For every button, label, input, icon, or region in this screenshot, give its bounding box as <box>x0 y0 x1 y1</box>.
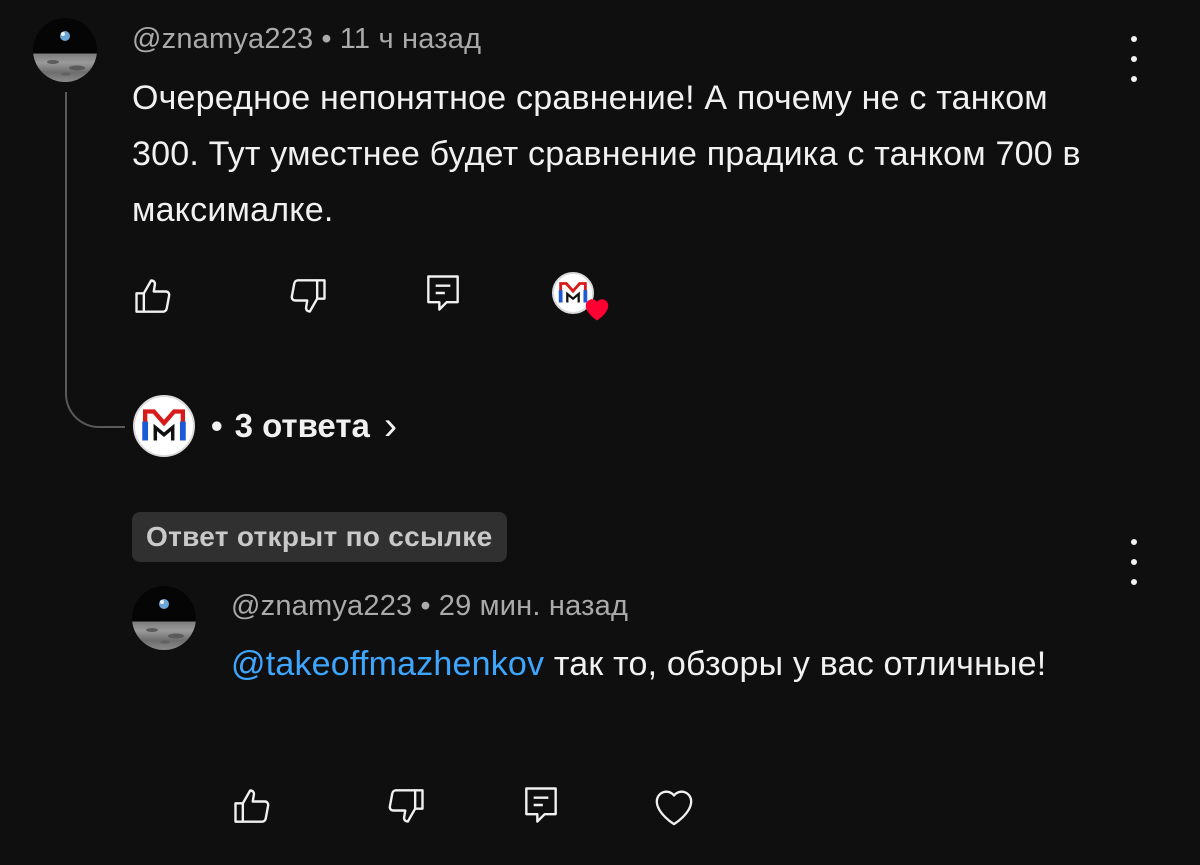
reply-reply-button[interactable] <box>516 780 566 830</box>
menu-dot <box>1131 36 1137 42</box>
reply-author-handle[interactable]: @znamya223 <box>231 590 412 622</box>
menu-dot <box>1131 539 1137 545</box>
reply-body: так то, обзоры у вас отличные! <box>544 645 1047 683</box>
comment-meta: @znamya223 • 11 ч назад <box>132 23 481 56</box>
heart-icon <box>655 790 693 826</box>
reply-text: @takeoffmazhenkov так то, обзоры у вас о… <box>231 636 1071 692</box>
meta-separator: • <box>321 23 332 55</box>
replies-bullet: • <box>211 407 223 444</box>
creator-reply-avatar <box>133 395 195 457</box>
reply-heart-button[interactable] <box>648 780 700 832</box>
reply-author-avatar[interactable] <box>132 586 196 650</box>
menu-dot <box>1131 56 1137 62</box>
thumbs-up-icon <box>234 789 270 823</box>
author-avatar[interactable] <box>33 18 97 82</box>
dislike-button[interactable] <box>283 270 333 320</box>
reply-time[interactable]: 29 мин. назад <box>439 590 628 622</box>
replies-count-label[interactable]: 3 ответа <box>235 407 370 445</box>
reply-like-button[interactable] <box>227 782 277 832</box>
thumbs-down-icon <box>388 789 424 823</box>
meta-separator: • <box>420 590 431 622</box>
reply-icon <box>427 275 459 311</box>
creator-heart <box>552 272 612 324</box>
comment-text: Очередное непонятное сравнение! А почему… <box>132 79 1081 229</box>
comment-menu-button[interactable] <box>1119 36 1149 82</box>
reply-dislike-button[interactable] <box>381 780 431 830</box>
menu-dot <box>1131 76 1137 82</box>
reply-meta: @znamya223 • 29 мин. назад <box>231 590 628 623</box>
thumbs-down-icon <box>290 279 326 313</box>
view-replies-button[interactable]: • 3 ответа › <box>133 393 397 459</box>
comment-time[interactable]: 11 ч назад <box>340 23 482 55</box>
reply-button[interactable] <box>418 268 468 318</box>
linked-comment-badge: Ответ открыт по ссылке <box>132 512 507 562</box>
reply-menu-button[interactable] <box>1119 539 1149 585</box>
menu-dot <box>1131 559 1137 565</box>
mention-link[interactable]: @takeoffmazhenkov <box>231 645 544 683</box>
menu-dot <box>1131 579 1137 585</box>
chevron-right-icon: › <box>383 404 398 448</box>
reply-icon <box>525 787 557 823</box>
creator-heart-icon <box>585 299 609 321</box>
author-handle[interactable]: @znamya223 <box>132 23 313 55</box>
like-button[interactable] <box>128 272 178 322</box>
thumbs-up-icon <box>135 279 171 313</box>
thread-connector <box>65 92 125 428</box>
channel-logo-icon <box>142 409 186 441</box>
